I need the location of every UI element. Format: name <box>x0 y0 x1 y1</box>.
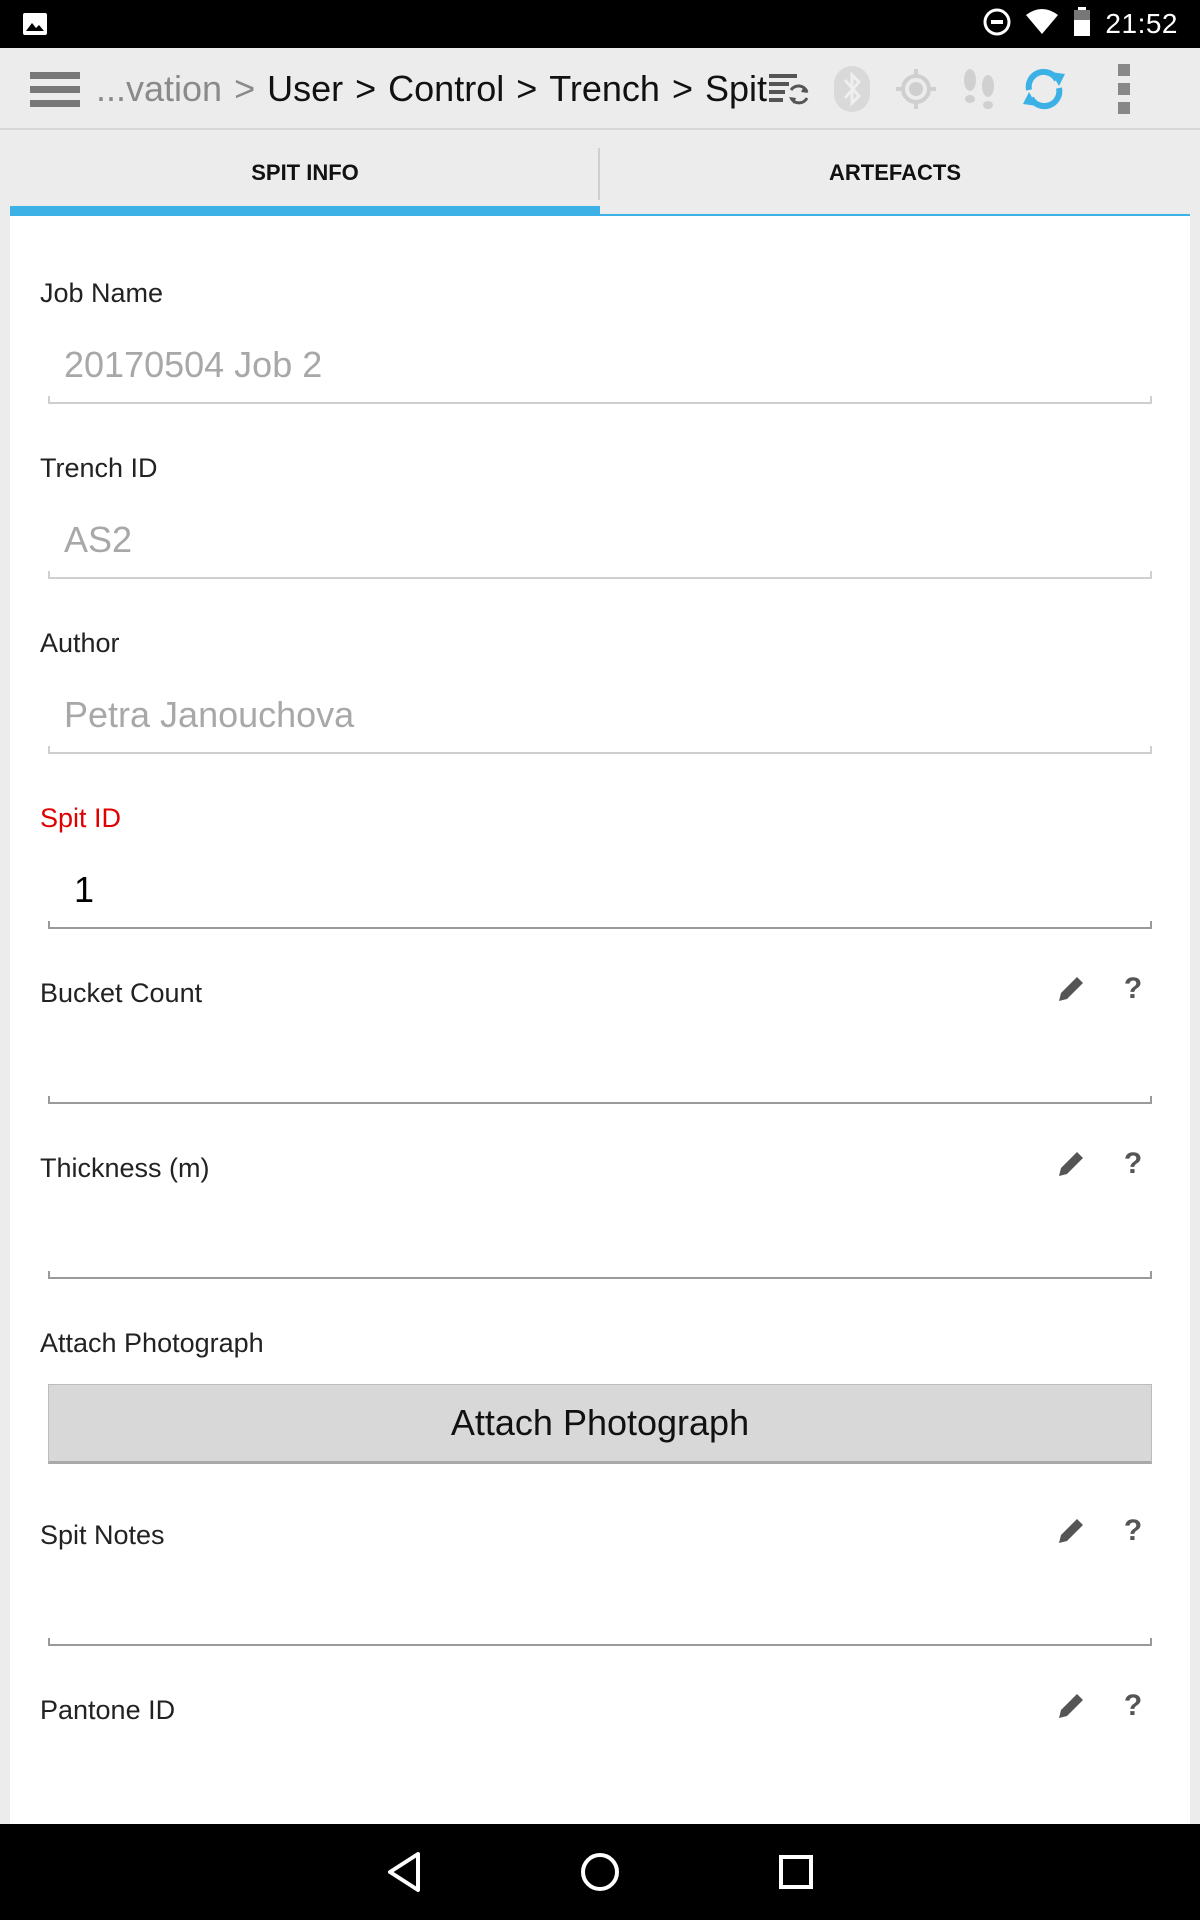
trench-id-label: Trench ID <box>40 453 158 483</box>
pencil-icon[interactable] <box>1054 972 1088 1006</box>
pantone-id-label: Pantone ID <box>40 1695 176 1725</box>
tab-divider <box>598 148 600 200</box>
help-icon[interactable]: ? <box>1116 1147 1150 1181</box>
pencil-icon[interactable] <box>1054 1147 1088 1181</box>
attach-photograph-label: Attach Photograph <box>40 1328 264 1358</box>
spit-info-form: Job Name 20170504 Job 2 Trench ID AS2 Au… <box>10 216 1190 1824</box>
image-icon <box>22 12 48 41</box>
spit-id-input[interactable]: 1 <box>74 869 94 911</box>
help-icon[interactable]: ? <box>1116 1514 1150 1548</box>
home-icon[interactable] <box>572 1844 628 1900</box>
battery-icon <box>1073 6 1091 42</box>
breadcrumb: ...vation > User > Control > Trench > Sp… <box>96 48 767 130</box>
sync-list-icon[interactable] <box>756 48 820 130</box>
recents-icon[interactable] <box>768 1844 824 1900</box>
do-not-disturb-icon <box>983 8 1011 41</box>
author-input[interactable]: Petra Janouchova <box>64 694 354 736</box>
help-icon[interactable]: ? <box>1116 972 1150 1006</box>
bucket-count-underline <box>48 1096 1152 1104</box>
spit-id-label: Spit ID <box>40 803 122 833</box>
tab-spit-info[interactable]: SPIT INFO <box>10 132 600 216</box>
sync-icon[interactable] <box>1012 48 1076 130</box>
breadcrumb-truncated[interactable]: ...vation <box>96 68 222 110</box>
spit-notes-label: Spit Notes <box>40 1520 165 1550</box>
clock: 21:52 <box>1105 8 1178 39</box>
thickness-underline <box>48 1271 1152 1279</box>
tab-bar: SPIT INFO ARTEFACTS <box>10 132 1190 216</box>
breadcrumb-trench[interactable]: Trench <box>549 68 660 110</box>
attach-photograph-button[interactable]: Attach Photograph <box>48 1384 1152 1464</box>
tab-artefacts[interactable]: ARTEFACTS <box>600 132 1190 216</box>
trench-id-input[interactable]: AS2 <box>64 519 132 561</box>
spit-notes-underline <box>48 1638 1152 1646</box>
breadcrumb-separator: > <box>355 68 377 109</box>
pencil-icon[interactable] <box>1054 1689 1088 1723</box>
breadcrumb-separator: > <box>516 68 538 109</box>
job-name-underline <box>48 396 1152 404</box>
job-name-input[interactable]: 20170504 Job 2 <box>64 344 322 386</box>
help-icon[interactable]: ? <box>1116 1689 1150 1723</box>
trench-id-underline <box>48 571 1152 579</box>
spit-id-underline <box>48 921 1152 929</box>
status-bar: 21:52 <box>0 0 1200 48</box>
back-icon[interactable] <box>376 1844 432 1900</box>
pencil-icon[interactable] <box>1054 1514 1088 1548</box>
wifi-icon <box>1025 8 1059 41</box>
overflow-menu-icon[interactable] <box>1076 48 1172 130</box>
breadcrumb-control[interactable]: Control <box>388 68 504 110</box>
breadcrumb-separator: > <box>671 68 693 109</box>
tracking-icon[interactable] <box>948 48 1012 130</box>
breadcrumb-separator: > <box>234 68 256 109</box>
gps-icon[interactable] <box>884 48 948 130</box>
navigation-bar <box>0 1824 1200 1920</box>
author-underline <box>48 746 1152 754</box>
bluetooth-icon[interactable] <box>820 48 884 130</box>
thickness-label: Thickness (m) <box>40 1153 210 1183</box>
action-bar: ...vation > User > Control > Trench > Sp… <box>0 48 1200 130</box>
breadcrumb-user[interactable]: User <box>267 68 343 110</box>
author-label: Author <box>40 628 120 658</box>
job-name-label: Job Name <box>40 278 164 308</box>
bucket-count-label: Bucket Count <box>40 978 203 1008</box>
menu-icon[interactable] <box>30 70 82 110</box>
